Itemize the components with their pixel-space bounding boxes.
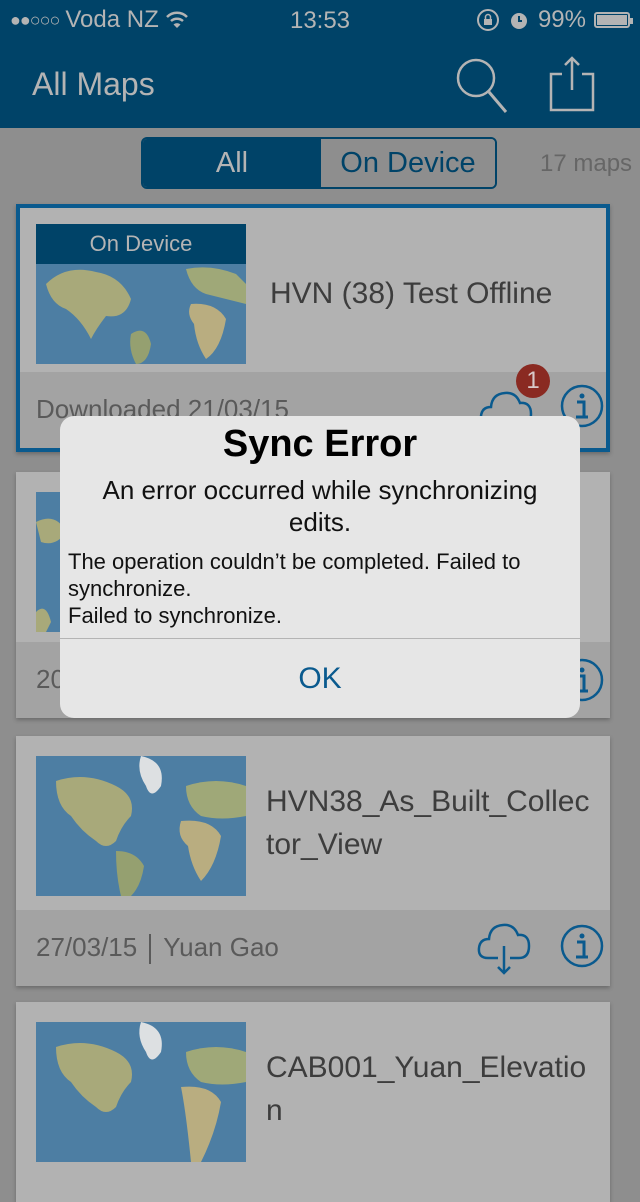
dialog-detail-line: Failed to synchronize. — [68, 603, 282, 628]
card-footer: 27/03/15 Yuan Gao — [16, 910, 610, 986]
dialog-message: An error occurred while synchronizing ed… — [102, 475, 538, 537]
battery-percent: 99% — [537, 6, 586, 33]
filter-segmented-control: All On Device — [141, 137, 497, 189]
map-thumbnail: On Device — [36, 224, 246, 364]
cloud-download-icon[interactable] — [476, 918, 532, 978]
sync-error-dialog: Sync Error An error occurred while synch… — [60, 416, 580, 718]
dialog-detail-line: The operation couldn’t be completed. Fai… — [68, 549, 521, 601]
map-card[interactable]: On Device HVN (38) Test Offline Download… — [16, 204, 610, 452]
ok-button[interactable]: OK — [60, 639, 580, 718]
card-meta: 27/03/15 Yuan Gao — [36, 932, 279, 965]
page-title: All Maps — [32, 66, 155, 102]
map-title: HVN (38) Test Offline — [270, 277, 553, 310]
alarm-icon — [510, 13, 527, 29]
segment-all[interactable]: All — [143, 139, 321, 187]
separator — [149, 934, 152, 965]
battery-icon — [594, 12, 633, 28]
dialog-detail: The operation couldn’t be completed. Fai… — [68, 548, 572, 629]
map-thumbnail — [36, 756, 246, 896]
world-map-image — [36, 756, 246, 896]
owner-name: Yuan Gao — [163, 932, 279, 962]
map-card[interactable]: CAB001_Yuan_Elevation — [16, 1002, 610, 1202]
map-card[interactable]: HVN38_As_Built_Collector_View 27/03/15 Yu… — [16, 736, 610, 986]
map-count: 17 maps — [540, 150, 633, 177]
info-icon[interactable] — [560, 924, 604, 968]
share-icon[interactable] — [548, 54, 596, 116]
search-icon[interactable] — [454, 54, 510, 116]
map-thumbnail — [36, 1022, 246, 1162]
modified-date: 27/03/15 — [36, 932, 138, 962]
on-device-label: On Device — [36, 224, 246, 264]
map-title: CAB001_Yuan_Elevation — [266, 1051, 587, 1127]
sync-badge: 1 — [516, 364, 550, 398]
dialog-title: Sync Error — [222, 423, 418, 465]
status-bar: ●●○○○ Voda NZ 13:53 99% — [0, 0, 640, 40]
rotation-lock-icon — [476, 9, 499, 31]
world-map-image — [36, 1022, 246, 1162]
navigation-bar: All Maps — [0, 40, 640, 128]
map-title: HVN38_As_Built_Collector_View — [266, 785, 590, 861]
segment-on-device[interactable]: On Device — [321, 139, 495, 187]
